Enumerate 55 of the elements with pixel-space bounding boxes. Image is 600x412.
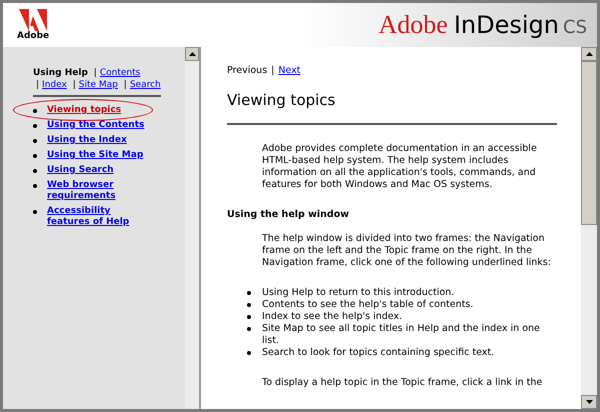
topic-link[interactable]: Using the Contents: [47, 120, 144, 131]
bullet-icon: [247, 315, 251, 319]
scrollbar[interactable]: [185, 47, 199, 409]
nav-link[interactable]: Using Help: [33, 68, 88, 78]
paragraph: The help window is divided into two frames: the Navigation frame on the left and the Topic frame on the right. In the Navigation frame, click one of the following underlined links:: [261, 233, 552, 269]
logo-text: Adobe: [17, 31, 50, 41]
bullet-icon: [33, 210, 37, 214]
edition-text: CS: [563, 19, 587, 37]
topic-link[interactable]: Using the Index: [47, 135, 127, 146]
bullet-icon: [33, 184, 37, 188]
nav-link[interactable]: Site Map: [78, 80, 118, 90]
list-item-text: Site Map to see all topic titles in Help and the index in one list.: [262, 323, 541, 347]
up-arrow-icon: [188, 52, 196, 56]
scroll-up-button[interactable]: [581, 47, 597, 61]
bullet-icon: [247, 351, 251, 355]
scroll-up-button[interactable]: [185, 47, 199, 61]
separator: |: [271, 65, 274, 76]
scroll-thumb[interactable]: [581, 61, 597, 225]
bullet-icon: [33, 154, 37, 158]
scroll-down-button[interactable]: [581, 395, 597, 409]
list-item-text: Search to look for topics containing specific text.: [262, 347, 494, 359]
scrollbar[interactable]: [581, 47, 597, 409]
topic-link[interactable]: Accessibility features of Help: [47, 206, 151, 228]
topic-title: Viewing topics: [227, 91, 336, 109]
bullet-icon: [33, 109, 37, 113]
list-item-text: Contents to see the help's table of contents.: [262, 299, 474, 311]
bullet-icon: [247, 327, 251, 331]
up-arrow-icon: [586, 52, 592, 56]
list-item-text: Index to see the help's index.: [262, 311, 402, 323]
list-item-text: Using Help to return to this introduction.: [262, 287, 454, 299]
paragraph: To display a help topic in the Topic frame, click a link in the: [261, 377, 544, 389]
section-heading: Using the help window: [227, 209, 350, 221]
topic-link[interactable]: Using Search: [47, 165, 114, 176]
pager-link[interactable]: Next: [278, 65, 300, 76]
topic-link[interactable]: Using the Site Map: [47, 150, 144, 161]
paragraph: Adobe provides complete documentation in an accessible HTML-based help system. The help system includes information on all the application's tools, commands, and features for both Windows and Mac OS systems.: [261, 143, 538, 191]
bullet-icon: [247, 291, 251, 295]
separator: |: [124, 80, 127, 90]
topic-link[interactable]: Viewing topics: [47, 105, 122, 116]
nav-link[interactable]: Contents: [100, 68, 140, 78]
topic-link[interactable]: Web browser requirements: [47, 180, 151, 202]
bullet-icon: [247, 303, 251, 307]
bullet-icon: [33, 139, 37, 143]
bullet-icon: [33, 124, 37, 128]
brand-text: Adobe: [378, 12, 448, 38]
logo-icon: [19, 9, 48, 31]
separator: |: [72, 80, 76, 90]
down-arrow-icon: [586, 400, 592, 404]
bullet-icon: [33, 169, 37, 173]
product-name: InDesign: [454, 13, 559, 37]
separator: |: [94, 68, 97, 78]
nav-link[interactable]: Search: [130, 80, 161, 90]
pager-link: Previous: [227, 65, 268, 76]
nav-link[interactable]: Index: [42, 80, 67, 90]
separator: |: [36, 80, 40, 90]
